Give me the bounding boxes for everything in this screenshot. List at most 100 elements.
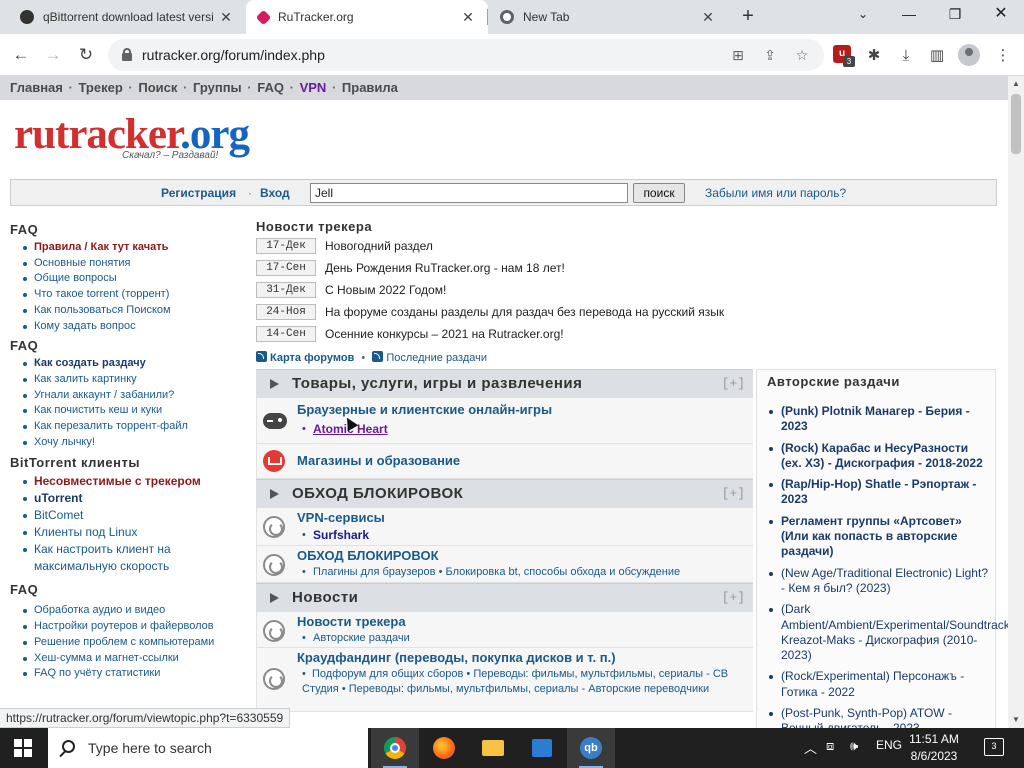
share-icon[interactable]: ⇪ (760, 45, 780, 65)
forum-title-link[interactable]: ОБХОД БЛОКИРОВОК (297, 548, 439, 563)
expand-plus-button[interactable]: [+] (722, 486, 745, 501)
close-tab-icon[interactable]: ✕ (218, 9, 234, 26)
network-icon[interactable]: ⧈ (826, 738, 834, 754)
news-link[interactable]: День Рождения RuTracker.org - нам 18 лет… (325, 261, 565, 275)
scroll-up-icon[interactable]: ▲ (1008, 76, 1024, 92)
translate-icon[interactable]: ⊞ (728, 45, 748, 65)
reload-icon[interactable]: ↻ (74, 43, 98, 67)
list-item[interactable]: BitComet (20, 507, 240, 524)
category-header[interactable]: Новости [+] (256, 583, 753, 612)
notification-center-icon[interactable]: 3 (984, 738, 1004, 756)
forum-title-link[interactable]: Браузерные и клиентские онлайн-игры (297, 402, 552, 417)
list-item[interactable]: (Punk) Plotnik Манагер - Берия - 2023 (767, 404, 989, 435)
list-item[interactable]: FAQ по учёту статистики (20, 666, 240, 682)
forum-title-link[interactable]: Новости трекера (297, 614, 406, 629)
forum-title-link[interactable]: VPN-сервисы (297, 510, 385, 525)
forgot-password-link[interactable]: Забыли имя или пароль? (705, 186, 846, 200)
taskbar-qbittorrent[interactable]: qb (567, 728, 615, 768)
list-item[interactable]: Как настроить клиент на максимальную ско… (20, 541, 240, 575)
list-item[interactable]: Основные понятия (20, 256, 240, 272)
taskbar-search-box[interactable]: Type here to search (48, 728, 368, 768)
taskbar-firefox[interactable] (420, 728, 468, 768)
scrollbar-thumb[interactable] (1011, 94, 1021, 154)
close-tab-icon[interactable]: ✕ (700, 9, 716, 26)
list-item[interactable]: Хочу лычку! (20, 435, 240, 451)
list-item[interactable]: Как пользоваться Поиском (20, 303, 240, 319)
speaker-icon[interactable]: 🕪 (850, 738, 858, 754)
maximize-icon[interactable]: ❐ (932, 0, 978, 30)
taskbar-clock[interactable]: 11:51 AM 8/6/2023 (904, 731, 964, 765)
category-title[interactable]: Новости (292, 589, 358, 606)
news-link[interactable]: Осенние конкурсы – 2021 на Rutracker.org… (325, 327, 564, 341)
list-item[interactable]: Правила / Как тут качать (20, 240, 240, 256)
profile-avatar-icon[interactable] (958, 44, 980, 66)
list-item[interactable]: Как перезалить торрент-файл (20, 419, 240, 435)
list-item[interactable]: (Rock) Карабас и НесуРазности (ex. ХЗ) -… (767, 441, 989, 472)
nav-home[interactable]: Главная (10, 80, 63, 95)
list-item[interactable]: Как залить картинку (20, 372, 240, 388)
nav-vpn[interactable]: VPN (300, 80, 327, 95)
tab-new-tab[interactable]: New Tab ✕ (488, 0, 728, 34)
forum-map-link[interactable]: Карта форумов (270, 352, 354, 364)
list-item[interactable]: Кому задать вопрос (20, 319, 240, 335)
nav-groups[interactable]: Группы (193, 80, 242, 95)
minimize-icon[interactable]: — (886, 0, 932, 30)
list-item[interactable]: Как почистить кеш и куки (20, 403, 240, 419)
category-title[interactable]: ОБХОД БЛОКИРОВОК (292, 485, 463, 502)
nav-search[interactable]: Поиск (138, 80, 177, 95)
category-header[interactable]: ОБХОД БЛОКИРОВОК [+] (256, 479, 753, 508)
site-search-input[interactable]: Jell (310, 183, 628, 203)
list-item[interactable]: Несовместимые с трекером (20, 473, 240, 490)
address-bar[interactable]: rutracker.org/forum/index.php ⊞ ⇪ ☆ (108, 39, 824, 71)
category-title[interactable]: Товары, услуги, игры и развлечения (292, 375, 582, 392)
extensions-puzzle-icon[interactable]: ✱ (863, 45, 885, 67)
taskbar-store[interactable] (518, 728, 566, 768)
list-item[interactable]: Обработка аудио и видео (20, 603, 240, 619)
close-window-icon[interactable]: ✕ (978, 0, 1024, 30)
list-item[interactable]: uTorrent (20, 490, 240, 507)
list-item[interactable]: (Dark Ambient/Ambient/Experimental/Sound… (767, 602, 1008, 663)
tab-search-chevron-icon[interactable]: ⌄ (840, 0, 886, 30)
language-indicator[interactable]: ENG (876, 738, 902, 752)
taskbar-file-explorer[interactable] (469, 728, 517, 768)
list-item[interactable]: Общие вопросы (20, 271, 240, 287)
list-item[interactable]: (Rock/Experimental) Персонажъ - Готика -… (767, 669, 989, 700)
list-item[interactable]: Что такое torrent (торрент) (20, 287, 240, 303)
downloads-icon[interactable]: ⤓ (895, 45, 917, 67)
back-arrow-icon[interactable]: ← (9, 43, 33, 67)
list-item[interactable]: Регламент группы «Артсовет» (Или как поп… (767, 514, 989, 560)
forum-title-link[interactable]: Краудфандинг (переводы, покупка дисков и… (297, 650, 616, 665)
menu-dots-icon[interactable]: ⋮ (992, 45, 1014, 67)
side-panel-icon[interactable]: ▥ (926, 45, 948, 67)
list-item[interactable]: Клиенты под Linux (20, 524, 240, 541)
expand-triangle-icon[interactable] (270, 379, 279, 389)
category-header[interactable]: Товары, услуги, игры и развлечения [+] (256, 369, 753, 398)
subforum-link[interactable]: Surfshark (313, 528, 369, 543)
subforum-links[interactable]: Плагины для браузеров • Блокировка bt, с… (313, 565, 680, 580)
tray-chevron-up-icon[interactable]: ︿ (804, 738, 817, 757)
list-item[interactable]: Как создать раздачу (20, 356, 240, 372)
windows-start-icon[interactable] (14, 739, 32, 757)
list-item[interactable]: (New Age/Traditional Electronic) Light? … (767, 566, 989, 597)
page-scrollbar[interactable]: ▲ ▼ (1008, 76, 1024, 728)
forum-title-link[interactable]: Магазины и образование (297, 453, 460, 468)
scroll-down-icon[interactable]: ▼ (1008, 712, 1024, 728)
latest-releases-link[interactable]: Последние раздачи (386, 352, 487, 364)
taskbar-chrome[interactable] (371, 728, 419, 768)
list-item[interactable]: (Rap/Hip-Hop) Shatle - Рэпортаж - 2023 (767, 477, 989, 508)
login-link[interactable]: Вход (260, 186, 290, 200)
nav-rules[interactable]: Правила (342, 80, 398, 95)
subforum-link[interactable]: Авторские раздачи (313, 631, 410, 646)
forward-arrow-icon[interactable]: → (41, 43, 65, 67)
expand-triangle-icon[interactable] (270, 593, 279, 603)
list-item[interactable]: Решение проблем с компьютерами (20, 635, 240, 651)
url-text[interactable]: rutracker.org/forum/index.php (142, 47, 325, 63)
list-item[interactable]: Настройки роутеров и файерволов (20, 619, 240, 635)
expand-plus-button[interactable]: [+] (722, 590, 745, 605)
news-link[interactable]: Новогодний раздел (325, 239, 433, 253)
site-logo[interactable]: rutracker.org Скачал? – Раздавай! (14, 112, 254, 162)
list-item[interactable]: Хеш-сумма и магнет-ссылки (20, 651, 240, 667)
close-tab-icon[interactable]: ✕ (460, 9, 476, 26)
nav-tracker[interactable]: Трекер (78, 80, 122, 95)
register-link[interactable]: Регистрация (161, 186, 236, 200)
